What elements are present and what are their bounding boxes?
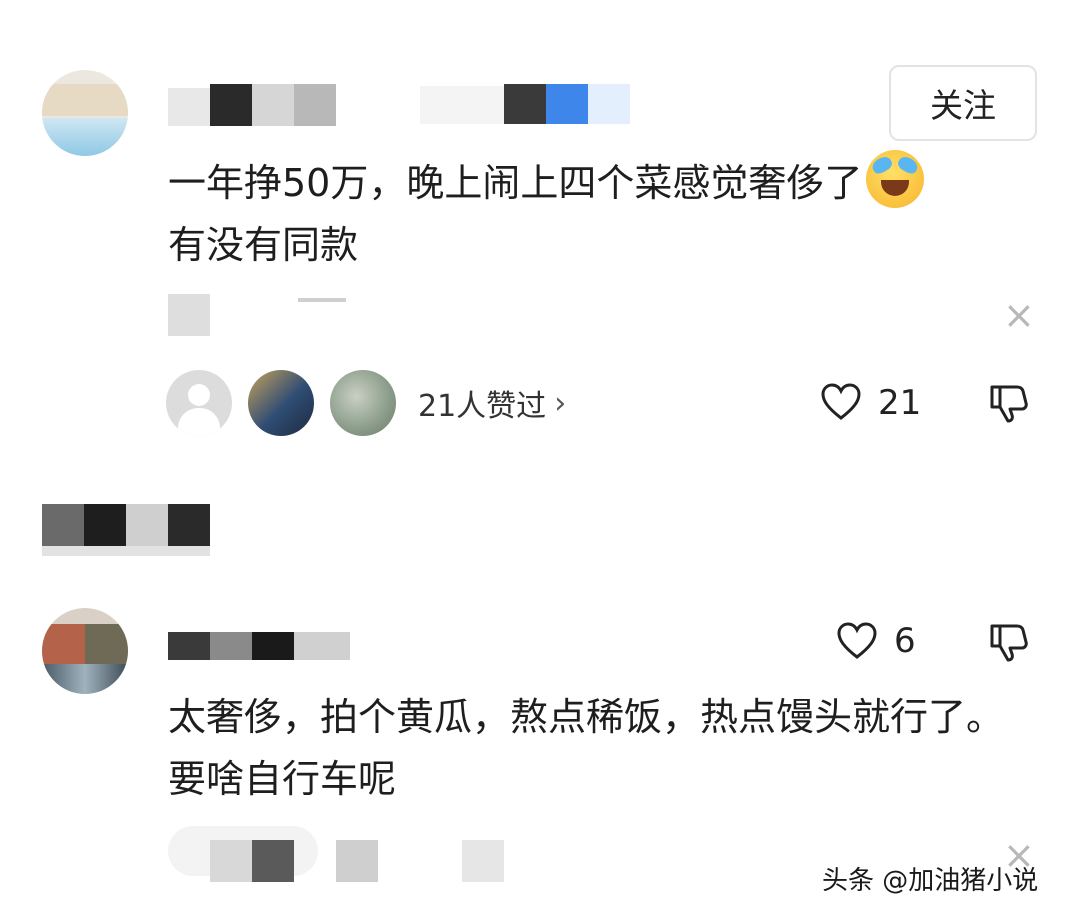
commenter-avatar[interactable] [42,608,128,694]
close-icon[interactable]: × [1003,296,1035,334]
liker-avatar [166,370,232,436]
commenter-avatar[interactable] [42,70,128,156]
likers-row[interactable]: 21人赞过 › [166,370,566,436]
chevron-right-icon: › [554,385,567,421]
like-count: 6 [894,621,916,661]
like-count: 21 [878,383,922,423]
thumbs-down-icon[interactable] [988,383,1030,425]
likers-count-label: 21人赞过 [418,389,547,424]
liker-avatar [248,370,314,436]
laughing-crying-emoji-icon [866,150,925,208]
comment-text: 太奢侈，拍个黄瓜，熬点稀饭，热点馒头就行了。要啥自行车呢 [168,695,1005,801]
follow-button[interactable]: 关注 [889,65,1037,141]
liker-avatar [330,370,396,436]
comment-text: 一年挣50万，晚上闹上四个菜感觉奢侈了 有没有同款 [168,150,1028,276]
comment-text-line: 一年挣50万，晚上闹上四个菜感觉奢侈了 [168,161,863,205]
thumbs-down-icon[interactable] [988,622,1030,664]
heart-icon[interactable] [820,383,862,421]
heart-icon[interactable] [836,622,878,660]
watermark: 头条 @加油猪小说 [822,866,1039,896]
comment-text-line: 有没有同款 [168,223,359,267]
